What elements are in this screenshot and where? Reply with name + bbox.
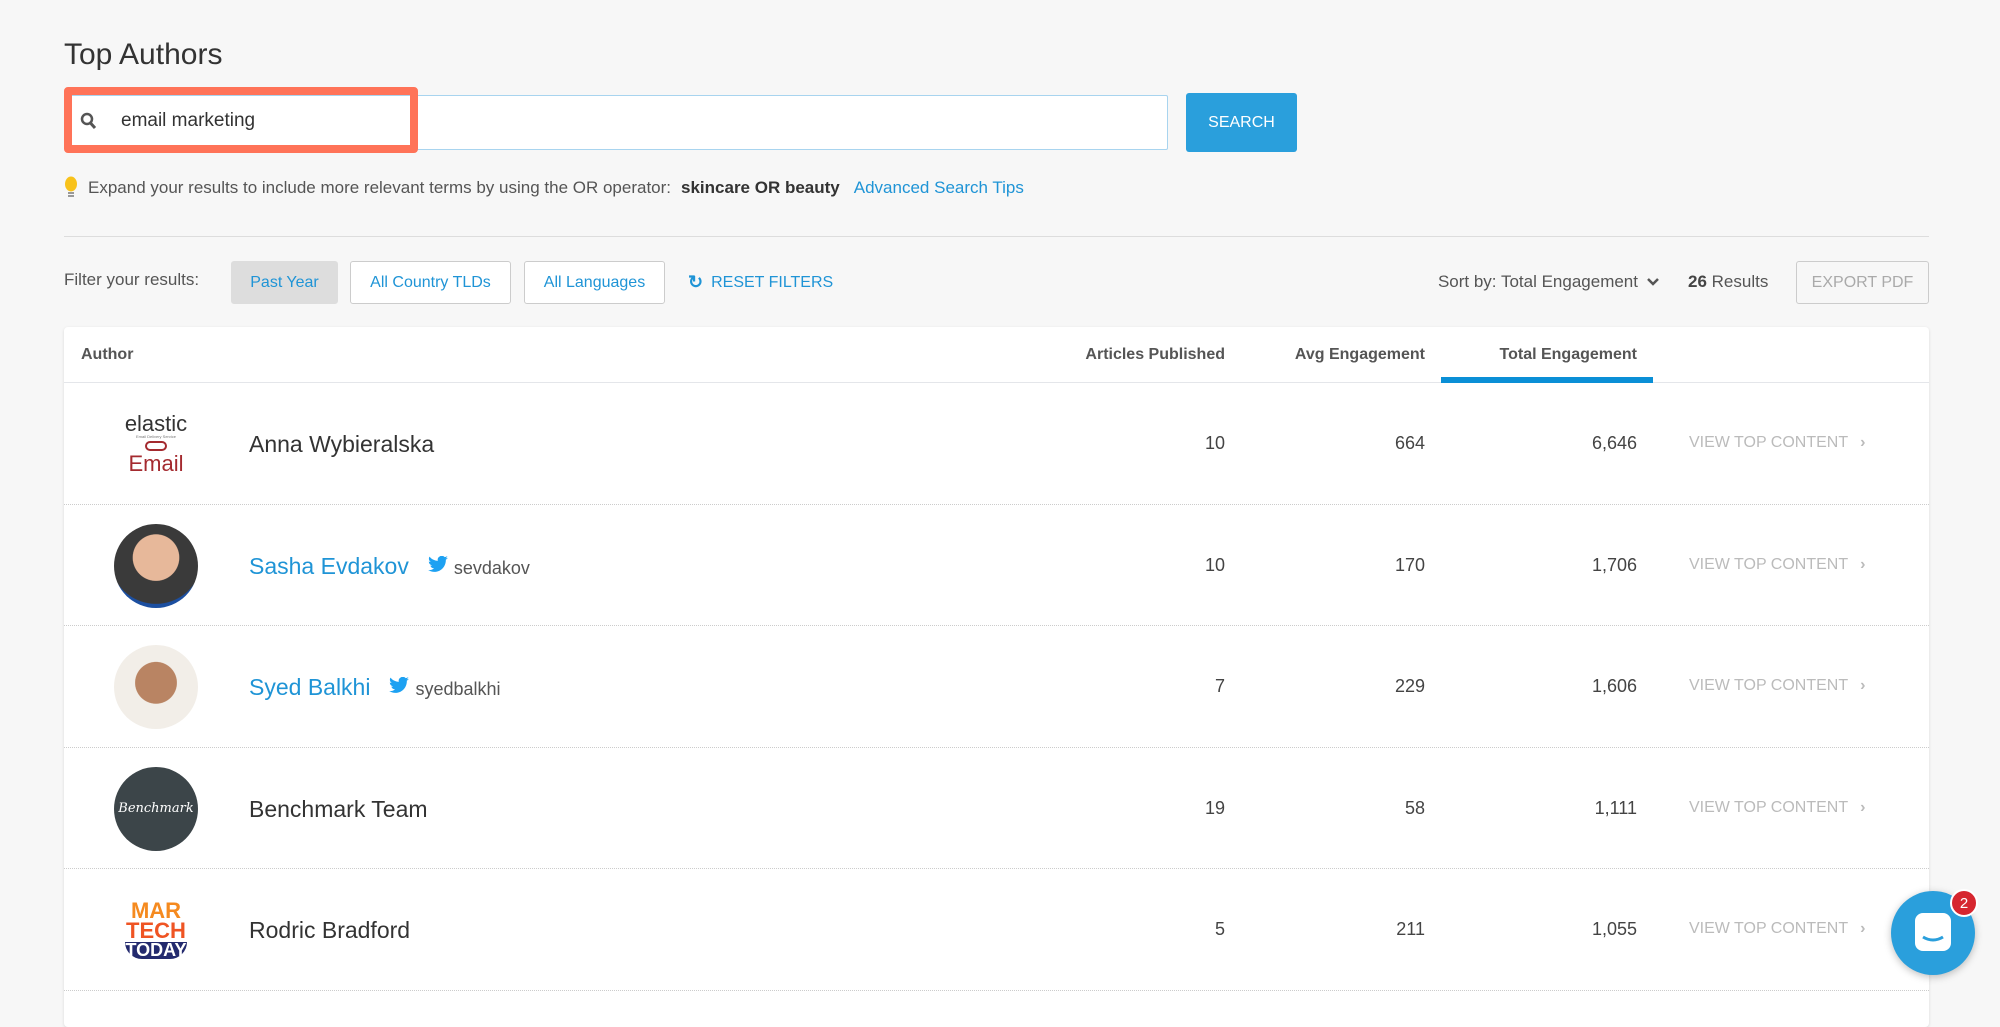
authors-table: Author Articles Published Avg Engagement… [64, 327, 1929, 1027]
header-author[interactable]: Author [81, 346, 133, 364]
chevron-down-icon [1647, 278, 1659, 286]
author-name-text: Rodric Bradford [249, 917, 411, 943]
avg-engagement: 229 [1394, 676, 1425, 696]
avg-engagement: 211 [1396, 919, 1425, 939]
view-top-content-button[interactable]: VIEW TOP CONTENT › [1689, 556, 1865, 574]
chevron-right-icon: › [1860, 434, 1866, 451]
filter-label: Filter your results: [64, 270, 200, 289]
search-value[interactable]: email marketing [121, 110, 255, 132]
view-top-content-button[interactable]: VIEW TOP CONTENT › [1689, 799, 1865, 817]
twitter-handle[interactable]: sevdakov [427, 555, 530, 578]
view-top-content-button[interactable]: VIEW TOP CONTENT › [1689, 920, 1865, 938]
view-label: VIEW TOP CONTENT [1689, 798, 1849, 816]
page-title: Top Authors [64, 38, 223, 71]
search-icon [80, 112, 97, 130]
author-avatar [114, 523, 198, 608]
filter-language[interactable]: All Languages [524, 261, 665, 304]
results-number: 26 [1688, 272, 1707, 291]
articles-published: 19 [1204, 797, 1225, 818]
articles-published: 10 [1204, 433, 1225, 453]
header-articles[interactable]: Articles Published [1085, 346, 1225, 364]
total-engagement: 1,055 [1591, 919, 1637, 939]
author-avatar: Benchmark [114, 766, 198, 851]
author-name-text: Benchmark Team [249, 795, 428, 822]
header-total[interactable]: Total Engagement [1500, 346, 1638, 364]
chevron-right-icon: › [1860, 798, 1866, 816]
view-label: VIEW TOP CONTENT [1689, 555, 1849, 573]
view-label: VIEW TOP CONTENT [1689, 920, 1849, 937]
view-top-content-button[interactable]: VIEW TOP CONTENT › [1689, 434, 1865, 452]
articles-published: 10 [1204, 554, 1225, 575]
header-avg[interactable]: Avg Engagement [1295, 346, 1425, 364]
author-name-text: Anna Wybieralska [249, 431, 435, 457]
author-avatar [114, 645, 198, 729]
table-row: elastic Email Delivery Service Email Anna … [64, 383, 1929, 505]
filter-country[interactable]: All Country TLDs [350, 261, 511, 304]
author-name[interactable]: Syed Balkhi syedbalkhi [249, 674, 501, 701]
results-count: 26 Results [1688, 272, 1768, 292]
results-label: Results [1711, 272, 1769, 291]
view-top-content-button[interactable]: VIEW TOP CONTENT › [1689, 677, 1865, 695]
twitter-icon [427, 555, 448, 572]
chat-badge: 2 [1950, 889, 1978, 917]
table-row: Syed Balkhi syedbalkhi 7 229 1,606 VIEW … [64, 626, 1929, 748]
search-button[interactable]: SEARCH [1186, 93, 1297, 152]
author-name-text[interactable]: Syed Balkhi [249, 674, 370, 700]
advanced-search-tips-link[interactable]: Advanced Search Tips [854, 178, 1024, 198]
table-row: MAR TECH TODAY Rodric Bradford 5 211 1,055… [64, 869, 1929, 991]
tip-example: skincare OR beauty [681, 178, 840, 197]
author-name: Benchmark Team [249, 796, 428, 823]
chevron-right-icon: › [1860, 555, 1866, 573]
filter-date[interactable]: Past Year [231, 261, 338, 304]
avg-engagement: 58 [1404, 797, 1425, 818]
avg-engagement: 170 [1394, 554, 1425, 575]
total-engagement: 6,646 [1591, 433, 1637, 453]
author-avatar: elastic Email Delivery Service Email [124, 411, 188, 476]
sort-dropdown[interactable]: Sort by: Total Engagement [1438, 272, 1660, 292]
reset-label: RESET FILTERS [711, 273, 834, 291]
tip-text: Expand your results to include more rele… [88, 178, 672, 197]
chevron-right-icon: › [1860, 920, 1866, 937]
author-name: Rodric Bradford [249, 917, 410, 944]
table-header: Author Articles Published Avg Engagement… [64, 327, 1929, 383]
chevron-right-icon: › [1860, 677, 1866, 694]
sort-label: Sort by: Total Engagement [1437, 272, 1638, 291]
lightbulb-icon [65, 176, 77, 197]
articles-published: 7 [1214, 676, 1225, 696]
twitter-icon [389, 676, 410, 693]
view-label: VIEW TOP CONTENT [1689, 434, 1849, 451]
export-pdf-button[interactable]: EXPORT PDF [1796, 261, 1929, 304]
search-tip: Expand your results to include more rele… [64, 176, 1024, 200]
author-name[interactable]: Sasha Evdakov sevdakov [249, 553, 530, 580]
view-label: VIEW TOP CONTENT [1689, 677, 1849, 694]
author-name: Anna Wybieralska [249, 431, 434, 458]
author-avatar: MAR TECH TODAY [125, 897, 187, 961]
refresh-icon: ↻ [688, 272, 704, 292]
reset-filters-button[interactable]: ↻ RESET FILTERS [688, 272, 833, 293]
total-engagement: 1,706 [1591, 554, 1637, 575]
table-row: Benchmark Benchmark Team 19 58 1,111 VIE… [64, 748, 1929, 869]
avg-engagement: 664 [1394, 433, 1425, 453]
total-engagement: 1,111 [1594, 797, 1637, 818]
total-engagement: 1,606 [1591, 676, 1637, 696]
author-name-text[interactable]: Sasha Evdakov [249, 553, 409, 579]
table-row: Sasha Evdakov sevdakov 10 170 1,706 VIEW… [64, 505, 1929, 626]
twitter-handle[interactable]: syedbalkhi [388, 676, 501, 699]
divider [64, 236, 1929, 237]
articles-published: 5 [1214, 919, 1225, 939]
